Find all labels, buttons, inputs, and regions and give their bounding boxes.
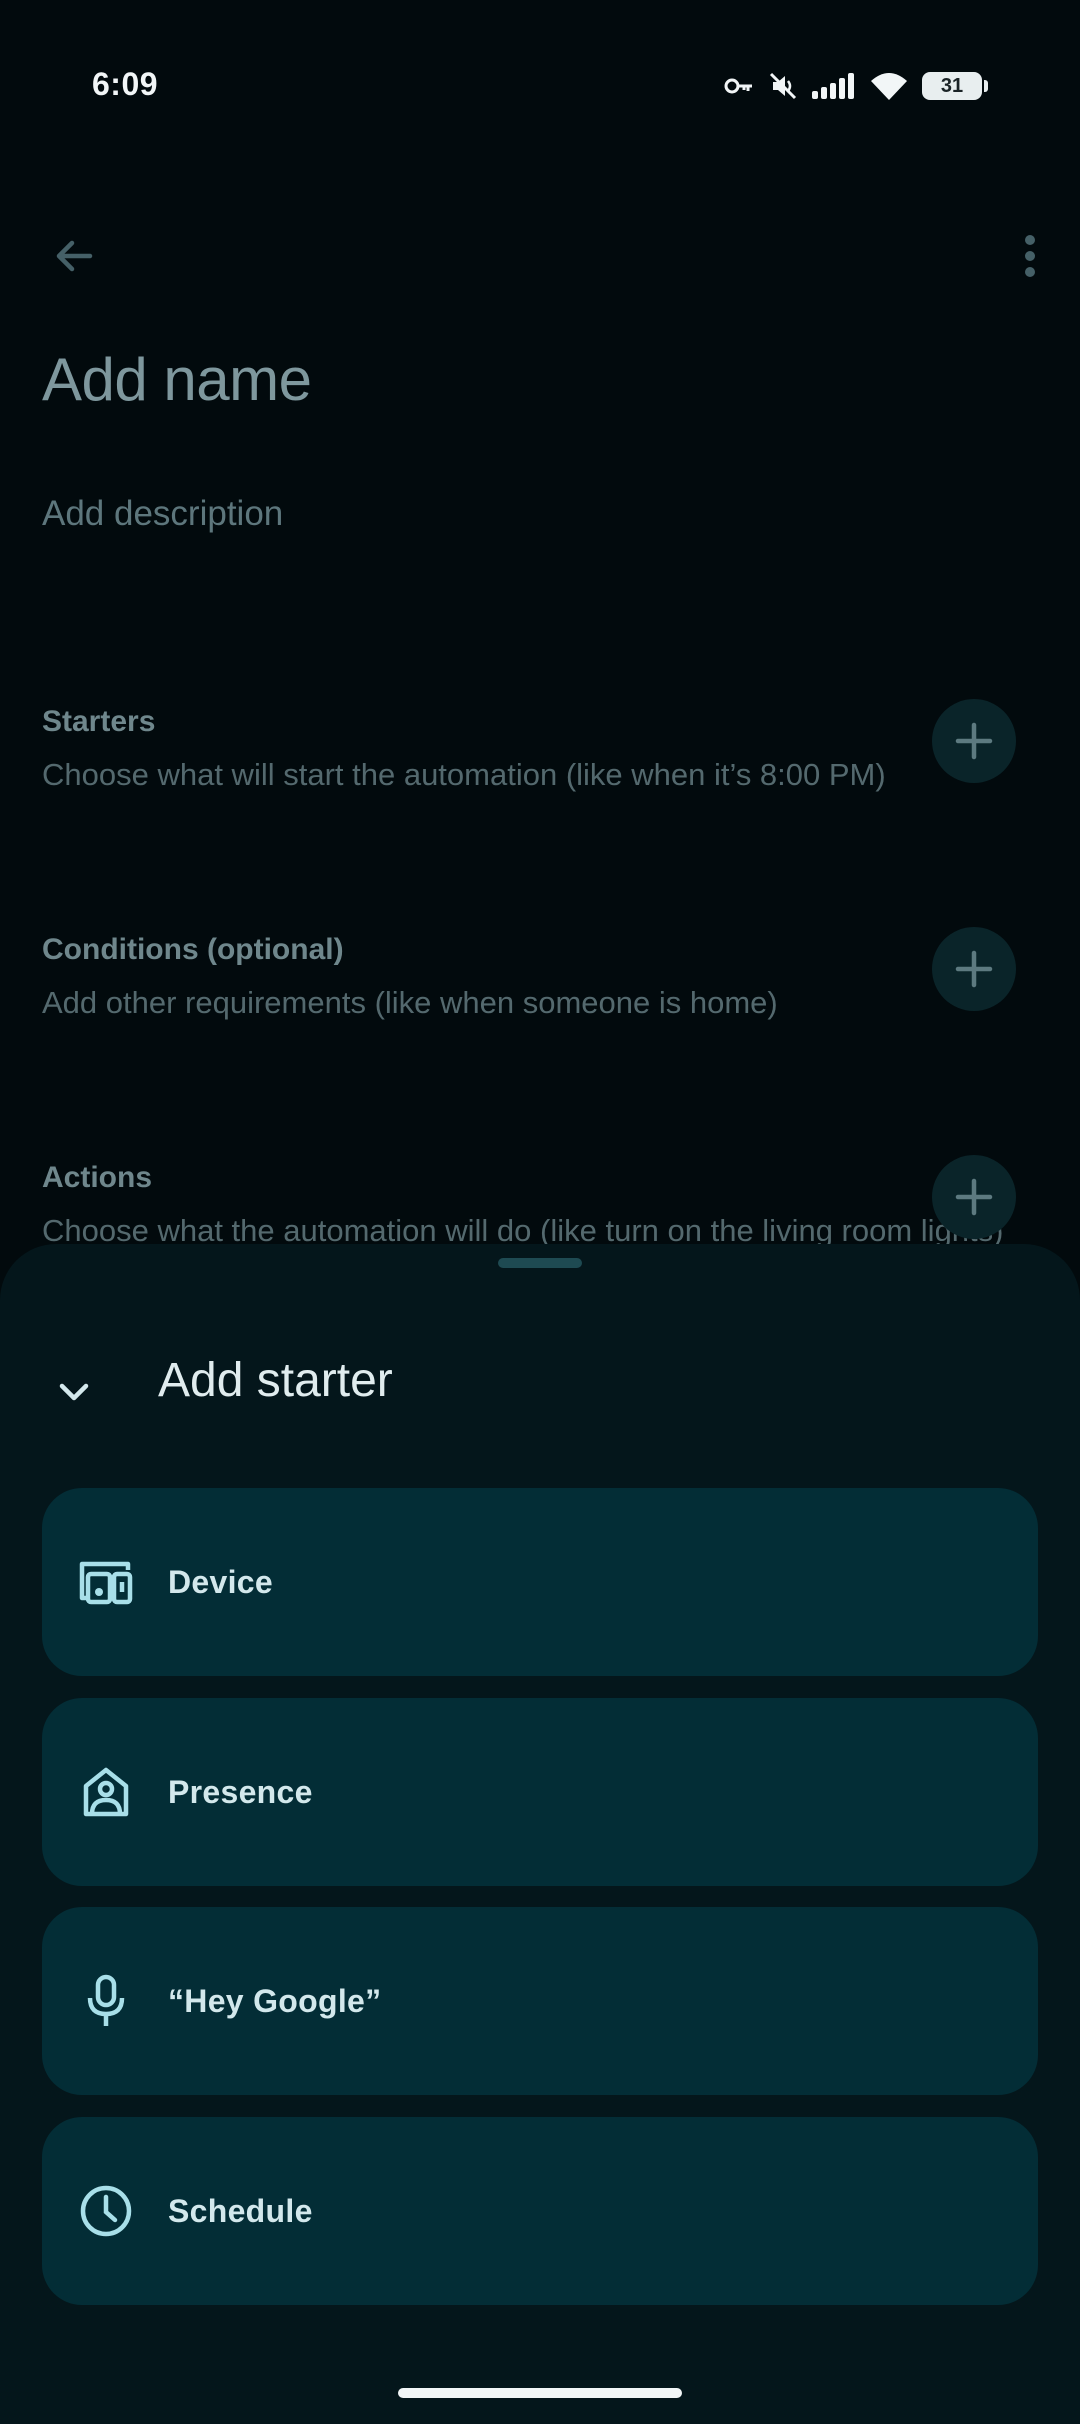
starter-option-presence[interactable]: Presence	[42, 1698, 1038, 1886]
drag-handle[interactable]	[498, 1258, 582, 1268]
starters-title: Starters	[42, 705, 156, 738]
home-person-icon	[76, 1762, 136, 1822]
status-icons: 31	[724, 64, 988, 108]
automation-description-field[interactable]: Add description	[42, 494, 283, 534]
signal-icon	[812, 73, 856, 99]
add-action-button[interactable]	[932, 1155, 1016, 1239]
actions-title: Actions	[42, 1161, 153, 1194]
clock-icon	[76, 2181, 136, 2241]
conditions-section: Conditions (optional) Add other requirem…	[0, 927, 1080, 1083]
conditions-description: Add other requirements (like when someon…	[42, 985, 778, 1020]
plus-icon	[955, 950, 993, 988]
mic-icon	[76, 1971, 136, 2031]
starter-option-label: Schedule	[168, 2192, 313, 2229]
devices-icon	[76, 1552, 136, 1612]
starter-option-device[interactable]: Device	[42, 1488, 1038, 1676]
conditions-title: Conditions (optional)	[42, 933, 344, 966]
mute-icon	[768, 71, 798, 101]
starter-option-label: Device	[168, 1563, 273, 1600]
add-starter-button[interactable]	[932, 699, 1016, 783]
starters-description: Choose what will start the automation (l…	[42, 757, 886, 792]
more-vert-icon	[1025, 235, 1035, 277]
back-button[interactable]	[26, 208, 122, 304]
battery-icon: 31	[922, 72, 988, 100]
status-time: 6:09	[92, 66, 159, 102]
starters-section: Starters Choose what will start the auto…	[0, 699, 1080, 855]
starter-option-label: “Hey Google”	[168, 1982, 382, 2019]
starter-option-schedule[interactable]: Schedule	[42, 2117, 1038, 2305]
starter-option-label: Presence	[168, 1773, 313, 1810]
vpn-key-icon	[724, 75, 754, 97]
status-bar: 6:09 31	[0, 0, 1080, 170]
battery-tip	[984, 80, 988, 92]
arrow-back-icon	[56, 240, 93, 272]
home-indicator[interactable]	[398, 2388, 682, 2398]
starter-option-hey-google[interactable]: “Hey Google”	[42, 1907, 1038, 2095]
plus-icon	[955, 1178, 993, 1216]
add-condition-button[interactable]	[932, 927, 1016, 1011]
automation-name-field[interactable]: Add name	[42, 345, 312, 414]
battery-text: 31	[940, 74, 964, 97]
collapse-sheet-button[interactable]	[26, 1344, 122, 1440]
more-options-button[interactable]	[982, 208, 1078, 304]
chevron-down-icon	[59, 1383, 89, 1401]
add-starter-sheet: Add starter Device Presence “Hey Google”…	[0, 1244, 1080, 2424]
battery-level: 31	[922, 72, 982, 100]
plus-icon	[955, 722, 993, 760]
wifi-icon	[870, 71, 908, 101]
sheet-title: Add starter	[158, 1354, 393, 1407]
